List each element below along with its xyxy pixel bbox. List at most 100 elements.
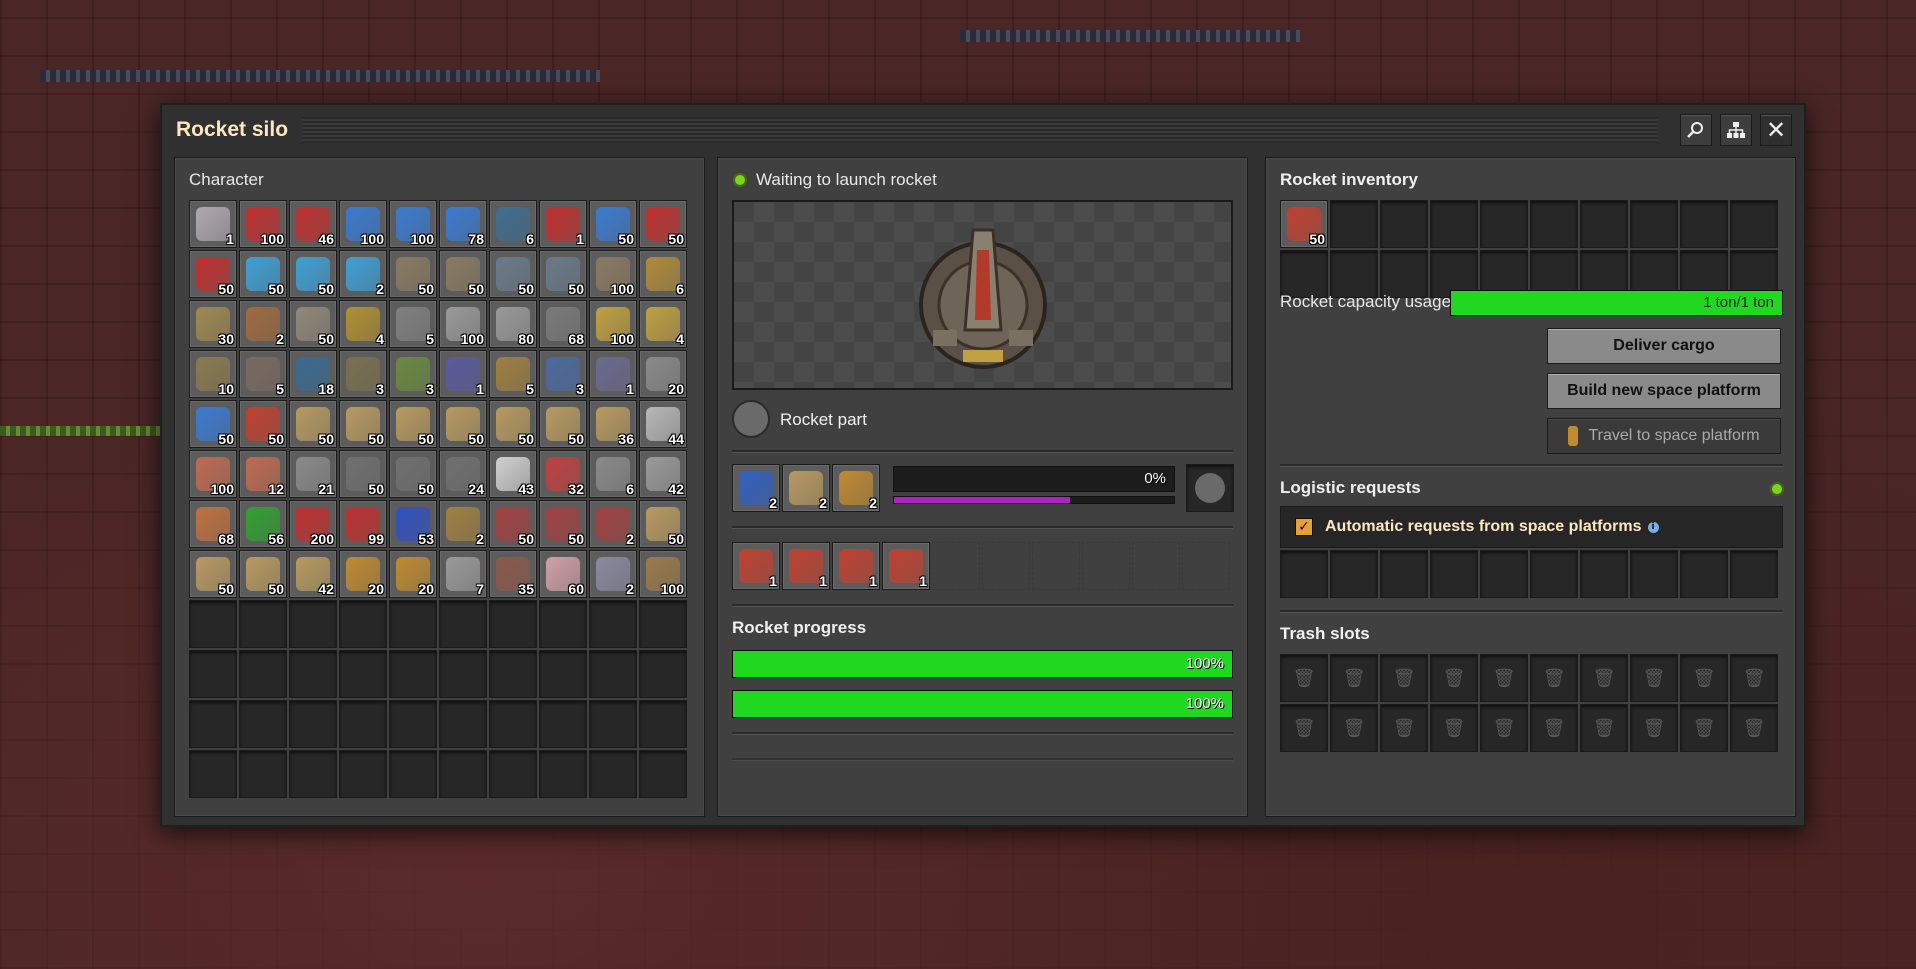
item-slot[interactable]: 2	[339, 250, 387, 298]
item-slot[interactable]: 1	[539, 200, 587, 248]
deliver-cargo-button[interactable]: Deliver cargo	[1547, 328, 1781, 364]
empty-slot[interactable]	[189, 650, 237, 698]
item-slot[interactable]: 68	[189, 500, 237, 548]
empty-slot[interactable]	[439, 600, 487, 648]
trash-slot[interactable]: 🗑	[1630, 654, 1678, 702]
trash-slot[interactable]: 🗑	[1530, 654, 1578, 702]
empty-slot[interactable]	[439, 650, 487, 698]
trash-slot[interactable]: 🗑	[1380, 654, 1428, 702]
item-slot[interactable]: 30	[189, 300, 237, 348]
empty-slot[interactable]	[1480, 200, 1528, 248]
item-slot[interactable]: 12	[239, 450, 287, 498]
item-slot[interactable]: 50	[189, 250, 237, 298]
item-slot[interactable]: 18	[289, 350, 337, 398]
empty-slot[interactable]	[1380, 200, 1428, 248]
item-slot[interactable]: 50	[1280, 200, 1328, 248]
empty-slot[interactable]	[389, 650, 437, 698]
item-slot[interactable]: 50	[589, 200, 637, 248]
empty-slot[interactable]	[589, 600, 637, 648]
item-slot[interactable]: 200	[289, 500, 337, 548]
item-slot[interactable]: 44	[639, 400, 687, 448]
item-slot[interactable]: 50	[439, 400, 487, 448]
empty-slot[interactable]	[1330, 250, 1378, 298]
item-slot[interactable]: 43	[489, 450, 537, 498]
request-slot[interactable]	[1680, 550, 1728, 598]
empty-slot[interactable]	[982, 542, 1030, 590]
item-slot[interactable]: 100	[189, 450, 237, 498]
travel-to-platform-button[interactable]: Travel to space platform	[1547, 418, 1781, 454]
item-slot[interactable]: 68	[539, 300, 587, 348]
drag-handle[interactable]	[302, 117, 1658, 143]
empty-slot[interactable]	[389, 750, 437, 798]
item-slot[interactable]: 60	[539, 550, 587, 598]
empty-slot[interactable]	[932, 542, 980, 590]
empty-slot[interactable]	[389, 600, 437, 648]
empty-slot[interactable]	[589, 650, 637, 698]
item-slot[interactable]: 50	[389, 250, 437, 298]
item-slot[interactable]: 100	[389, 200, 437, 248]
item-slot[interactable]: 78	[439, 200, 487, 248]
item-slot[interactable]: 2	[589, 500, 637, 548]
item-slot[interactable]: 1	[589, 350, 637, 398]
build-space-platform-button[interactable]: Build new space platform	[1547, 373, 1781, 409]
trash-slot[interactable]: 🗑	[1430, 654, 1478, 702]
trash-slot[interactable]: 🗑	[1730, 654, 1778, 702]
empty-slot[interactable]	[639, 750, 687, 798]
item-slot[interactable]: 2	[439, 500, 487, 548]
empty-slot[interactable]	[189, 750, 237, 798]
request-slot[interactable]	[1530, 550, 1578, 598]
empty-slot[interactable]	[1182, 542, 1230, 590]
empty-slot[interactable]	[639, 600, 687, 648]
empty-slot[interactable]	[189, 600, 237, 648]
rocket-part-output-slot[interactable]: 1	[782, 542, 830, 590]
item-slot[interactable]: 6	[489, 200, 537, 248]
ingredient-slot[interactable]: 2	[732, 464, 780, 512]
empty-slot[interactable]	[539, 700, 587, 748]
item-slot[interactable]: 6	[589, 450, 637, 498]
empty-slot[interactable]	[639, 650, 687, 698]
request-slot[interactable]	[1280, 550, 1328, 598]
trash-slot[interactable]: 🗑	[1380, 704, 1428, 752]
empty-slot[interactable]	[439, 700, 487, 748]
empty-slot[interactable]	[1680, 200, 1728, 248]
empty-slot[interactable]	[1530, 200, 1578, 248]
item-slot[interactable]: 20	[389, 550, 437, 598]
item-slot[interactable]: 50	[539, 400, 587, 448]
item-slot[interactable]: 50	[489, 500, 537, 548]
empty-slot[interactable]	[1032, 542, 1080, 590]
empty-slot[interactable]	[1580, 200, 1628, 248]
request-slot[interactable]	[1430, 550, 1478, 598]
empty-slot[interactable]	[239, 600, 287, 648]
trash-slot[interactable]: 🗑	[1480, 704, 1528, 752]
item-slot[interactable]: 24	[439, 450, 487, 498]
empty-slot[interactable]	[339, 600, 387, 648]
item-slot[interactable]: 50	[189, 400, 237, 448]
item-slot[interactable]: 32	[539, 450, 587, 498]
rocket-part-output-slot[interactable]: 1	[732, 542, 780, 590]
item-slot[interactable]: 35	[489, 550, 537, 598]
empty-slot[interactable]	[389, 700, 437, 748]
item-slot[interactable]: 50	[339, 400, 387, 448]
empty-slot[interactable]	[589, 750, 637, 798]
empty-slot[interactable]	[1430, 200, 1478, 248]
item-slot[interactable]: 50	[289, 250, 337, 298]
item-slot[interactable]: 3	[339, 350, 387, 398]
item-slot[interactable]: 7	[439, 550, 487, 598]
empty-slot[interactable]	[239, 700, 287, 748]
item-slot[interactable]: 50	[239, 250, 287, 298]
empty-slot[interactable]	[539, 750, 587, 798]
item-slot[interactable]: 80	[489, 300, 537, 348]
item-slot[interactable]: 10	[189, 350, 237, 398]
request-slot[interactable]	[1730, 550, 1778, 598]
item-slot[interactable]: 21	[289, 450, 337, 498]
empty-slot[interactable]	[1330, 200, 1378, 248]
info-icon[interactable]: i	[1647, 521, 1659, 533]
item-slot[interactable]: 3	[389, 350, 437, 398]
empty-slot[interactable]	[289, 600, 337, 648]
item-slot[interactable]: 50	[539, 250, 587, 298]
empty-slot[interactable]	[239, 750, 287, 798]
trash-slot[interactable]: 🗑	[1330, 704, 1378, 752]
item-slot[interactable]: 100	[339, 200, 387, 248]
rocket-part-output-slot[interactable]: 1	[832, 542, 880, 590]
empty-slot[interactable]	[1082, 542, 1130, 590]
